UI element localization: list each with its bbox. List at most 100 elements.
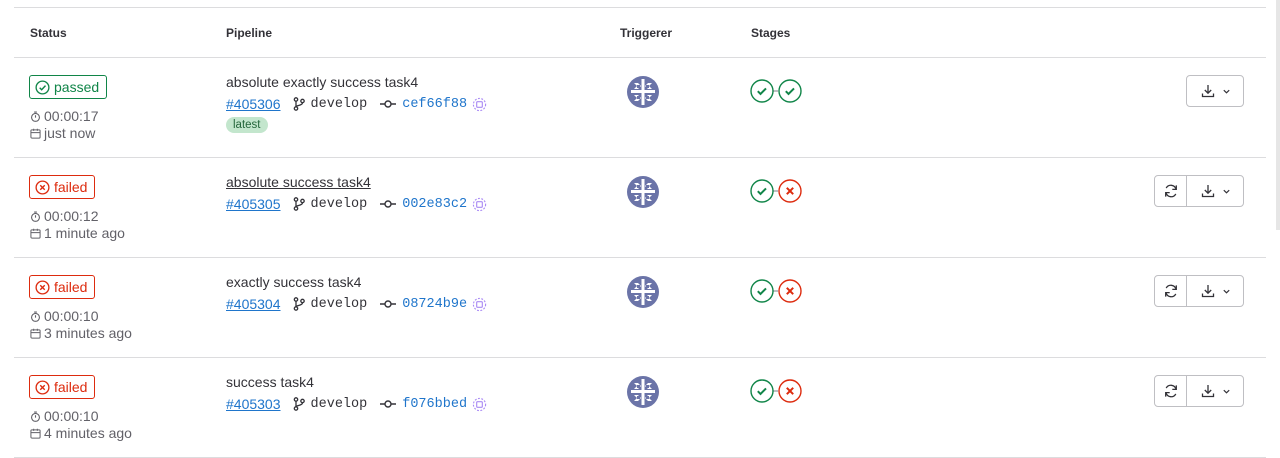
pipeline-id-link[interactable]: #405303 [226, 396, 281, 412]
stage-success-icon[interactable] [750, 179, 774, 203]
duration-text: 00:00:10 [44, 408, 99, 424]
chevron-down-icon [1222, 389, 1230, 394]
commit-icon [380, 200, 397, 208]
table-row: failed 00:00:10 3 minutes ago exactly su… [14, 258, 1266, 358]
finished-time: just now [30, 125, 95, 141]
finished-text: 1 minute ago [44, 225, 125, 241]
pipeline-id-link[interactable]: #405304 [226, 296, 281, 312]
download-artifacts-button[interactable] [1187, 276, 1243, 306]
retry-button[interactable] [1155, 376, 1187, 406]
status-badge[interactable]: failed [29, 375, 96, 399]
pipeline-refs: #405305 develop 002e83c2 [226, 195, 487, 213]
close-circle-icon [35, 379, 50, 395]
stage-success-icon[interactable] [750, 79, 774, 103]
commit-icon [380, 400, 397, 408]
table-header: Status Pipeline Triggerer Stages [14, 8, 1266, 58]
finished-time: 4 minutes ago [30, 425, 132, 441]
retry-button[interactable] [1155, 276, 1187, 306]
branch-link[interactable]: develop [311, 97, 368, 112]
pipeline-refs: #405304 develop 08724b9e [226, 295, 487, 313]
triggerer-avatar[interactable] [626, 375, 660, 409]
close-circle-icon [35, 179, 50, 195]
finished-time: 3 minutes ago [30, 325, 132, 341]
duration-text: 00:00:12 [44, 208, 99, 224]
timer-icon [31, 211, 40, 222]
stage-failed-icon[interactable] [778, 179, 802, 203]
finished-text: 3 minutes ago [44, 325, 132, 341]
stage-success-icon[interactable] [750, 279, 774, 303]
latest-tag: latest [226, 117, 268, 133]
pipeline-id-link[interactable]: #405306 [226, 96, 281, 112]
download-icon [1201, 385, 1214, 398]
download-artifacts-button[interactable] [1187, 176, 1243, 206]
signed-commit-icon[interactable] [472, 297, 487, 312]
branch-link[interactable]: develop [311, 197, 368, 212]
branch-link[interactable]: develop [311, 297, 368, 312]
branch-icon [293, 297, 305, 311]
header-stages: Stages [751, 26, 791, 40]
finished-text: just now [44, 125, 96, 141]
calendar-icon [30, 428, 41, 439]
stage-failed-icon[interactable] [778, 379, 802, 403]
pipeline-title[interactable]: success task4 [226, 374, 314, 390]
download-artifacts-button[interactable] [1187, 76, 1243, 106]
calendar-icon [30, 228, 41, 239]
duration: 00:00:17 [30, 108, 99, 124]
signed-commit-icon[interactable] [472, 97, 487, 112]
status-badge[interactable]: failed [29, 175, 96, 199]
download-artifacts-button[interactable] [1187, 376, 1243, 406]
download-icon [1201, 185, 1214, 198]
branch-icon [293, 397, 305, 411]
duration: 00:00:10 [30, 308, 99, 324]
signed-commit-icon[interactable] [472, 197, 487, 212]
timer-icon [31, 411, 40, 422]
status-label: failed [54, 179, 88, 195]
status-badge[interactable]: failed [29, 275, 96, 299]
retry-icon [1164, 384, 1177, 398]
triggerer-avatar[interactable] [626, 275, 660, 309]
pipeline-stages [750, 179, 806, 205]
stage-success-icon[interactable] [778, 79, 802, 103]
status-label: failed [54, 379, 88, 395]
signed-commit-icon[interactable] [472, 397, 487, 412]
scrollbar[interactable] [1276, 0, 1280, 230]
branch-icon [293, 197, 305, 211]
close-circle-icon [35, 279, 50, 295]
stage-failed-icon[interactable] [778, 279, 802, 303]
pipeline-stages [750, 79, 806, 105]
duration-text: 00:00:10 [44, 308, 99, 324]
commit-sha-link[interactable]: cef66f88 [402, 97, 467, 112]
commit-sha-link[interactable]: f076bbed [402, 397, 467, 412]
commit-sha-link[interactable]: 08724b9e [402, 297, 467, 312]
commit-icon [380, 300, 397, 308]
finished-time: 1 minute ago [30, 225, 125, 241]
table-row: failed 00:00:12 1 minute ago absolute su… [14, 158, 1266, 258]
download-icon [1201, 285, 1214, 298]
stage-success-icon[interactable] [750, 379, 774, 403]
pipeline-actions [1154, 275, 1244, 307]
triggerer-avatar[interactable] [626, 175, 660, 209]
pipeline-title[interactable]: exactly success task4 [226, 274, 361, 290]
triggerer-avatar[interactable] [626, 75, 660, 109]
branch-link[interactable]: develop [311, 397, 368, 412]
timer-icon [31, 111, 40, 122]
header-status: Status [30, 26, 67, 40]
pipeline-actions [1186, 75, 1244, 107]
pipeline-refs: #405303 develop f076bbed [226, 395, 487, 413]
pipeline-id-link[interactable]: #405305 [226, 196, 281, 212]
retry-icon [1164, 184, 1177, 198]
commit-icon [380, 100, 397, 108]
retry-button[interactable] [1155, 176, 1187, 206]
status-badge[interactable]: passed [29, 75, 108, 99]
duration-text: 00:00:17 [44, 108, 99, 124]
chevron-down-icon [1222, 89, 1230, 94]
calendar-icon [30, 128, 41, 139]
pipeline-title[interactable]: absolute exactly success task4 [226, 74, 418, 90]
pipeline-stages [750, 279, 806, 305]
table-row: failed 00:00:10 4 minutes ago success ta… [14, 358, 1266, 458]
pipeline-title[interactable]: absolute success task4 [226, 174, 371, 190]
header-triggerer: Triggerer [620, 26, 673, 40]
commit-sha-link[interactable]: 002e83c2 [402, 197, 467, 212]
calendar-icon [30, 328, 41, 339]
status-label: passed [54, 79, 100, 95]
